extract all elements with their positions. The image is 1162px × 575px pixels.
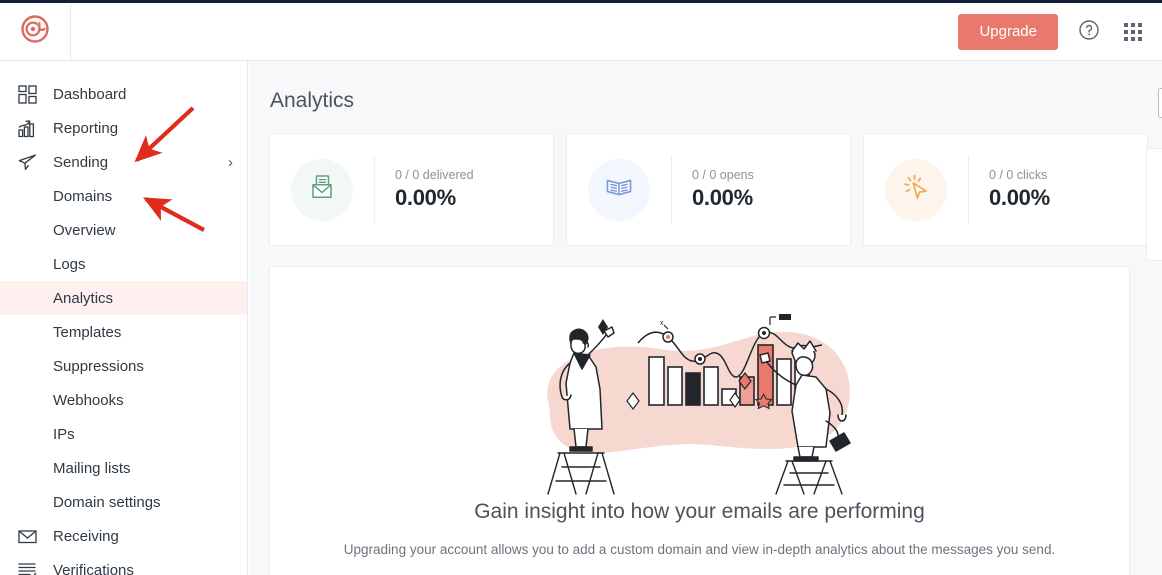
- sidebar-item-label: Verifications: [53, 561, 134, 575]
- sidebar-item-label: Suppressions: [53, 357, 144, 375]
- sidebar-item-label: Templates: [53, 323, 122, 341]
- sidebar-item-reporting[interactable]: Reporting: [0, 111, 247, 145]
- logo-cell[interactable]: [0, 2, 71, 61]
- click-cursor-icon: [901, 172, 931, 207]
- sidebar-item-domains[interactable]: Domains: [0, 179, 247, 213]
- promo-subtitle: Upgrading your account allows you to add…: [343, 542, 1056, 557]
- app-header: Upgrade: [0, 2, 1162, 61]
- stat-label: 0 / 0 clicks: [989, 168, 1048, 182]
- sidebar-item-ips[interactable]: IPs: [0, 417, 247, 451]
- stat-card-partial-offscreen[interactable]: [1146, 148, 1162, 261]
- main-content: Analytics 0 / 0 delivered 0.00% 0 / 0 op…: [249, 61, 1162, 575]
- sidebar-item-receiving[interactable]: Receiving: [0, 519, 247, 553]
- sidebar-item-label: Reporting: [53, 119, 119, 137]
- sidebar-item-mailing-lists[interactable]: Mailing lists: [0, 451, 247, 485]
- sidebar-item-label: Receiving: [53, 527, 119, 545]
- paper-plane-icon: [18, 152, 40, 172]
- sidebar-item-verifications[interactable]: Verifications: [0, 553, 247, 575]
- sidebar-item-label: Sending: [53, 153, 109, 171]
- sidebar-item-logs[interactable]: Logs: [0, 247, 247, 281]
- stat-text: 0 / 0 delivered 0.00%: [375, 168, 474, 211]
- sidebar: Dashboard Reporting Sending › Domains Ov…: [0, 61, 248, 575]
- stat-value: 0.00%: [395, 185, 456, 210]
- sidebar-item-domain-settings[interactable]: Domain settings: [0, 485, 247, 519]
- list-check-icon: [18, 560, 40, 575]
- stat-icon-wrap: [270, 158, 374, 221]
- sidebar-item-label: IPs: [53, 425, 75, 443]
- stat-cards-row: 0 / 0 delivered 0.00% 0 / 0 opens 0.00% …: [249, 113, 1162, 246]
- sidebar-item-suppressions[interactable]: Suppressions: [0, 349, 247, 383]
- analytics-people-chart-illustration: x: [530, 281, 870, 496]
- apps-grid-icon: [1124, 22, 1142, 41]
- envelope-icon: [18, 526, 40, 546]
- sidebar-item-label: Dashboard: [53, 85, 127, 103]
- sidebar-item-label: Webhooks: [53, 391, 124, 409]
- page-title: Analytics: [270, 89, 355, 112]
- stat-icon-wrap: [864, 158, 968, 221]
- sidebar-item-label: Analytics: [53, 289, 114, 307]
- sidebar-item-webhooks[interactable]: Webhooks: [0, 383, 247, 417]
- stat-card-clicks[interactable]: 0 / 0 clicks 0.00%: [863, 133, 1148, 246]
- stat-icon-circle: [588, 158, 650, 221]
- svg-text:x: x: [660, 320, 664, 327]
- promo-heading: Gain insight into how your emails are pe…: [474, 500, 925, 523]
- bar-chart-arrow-icon: [18, 118, 40, 138]
- stat-value: 0.00%: [989, 185, 1050, 210]
- sidebar-item-analytics[interactable]: Analytics: [0, 281, 247, 315]
- apps-button[interactable]: [1120, 19, 1146, 45]
- open-envelope-lines-icon: [604, 172, 634, 207]
- stat-icon-wrap: [567, 158, 671, 221]
- stat-text: 0 / 0 opens 0.00%: [672, 168, 754, 211]
- sidebar-item-label: Mailing lists: [53, 459, 131, 477]
- sidebar-item-templates[interactable]: Templates: [0, 315, 247, 349]
- sidebar-item-sending[interactable]: Sending ›: [0, 145, 247, 179]
- stat-card-delivered[interactable]: 0 / 0 delivered 0.00%: [269, 133, 554, 246]
- help-button[interactable]: [1076, 19, 1102, 45]
- upgrade-button[interactable]: Upgrade: [958, 13, 1058, 50]
- analytics-upsell-panel: x Gain insight into how your emails are …: [269, 266, 1130, 575]
- header-actions: Upgrade: [958, 13, 1162, 50]
- stat-text: 0 / 0 clicks 0.00%: [969, 168, 1050, 211]
- app-root: Upgrade Dashboard Reporting Sending › Do…: [0, 0, 1162, 575]
- sidebar-item-overview[interactable]: Overview: [0, 213, 247, 247]
- sidebar-item-dashboard[interactable]: Dashboard: [0, 77, 247, 111]
- sidebar-item-label: Overview: [53, 221, 116, 239]
- stat-label: 0 / 0 opens: [692, 168, 754, 182]
- stat-card-opens[interactable]: 0 / 0 opens 0.00%: [566, 133, 851, 246]
- stat-label: 0 / 0 delivered: [395, 168, 474, 182]
- sidebar-item-label: Domains: [53, 187, 113, 205]
- stat-value: 0.00%: [692, 185, 753, 210]
- sidebar-item-label: Domain settings: [53, 493, 161, 511]
- stat-icon-circle: [291, 158, 353, 221]
- stat-icon-circle: [885, 158, 947, 221]
- chevron-right-icon[interactable]: ›: [228, 155, 233, 170]
- mailgun-logo: [20, 14, 50, 49]
- envelope-document-icon: [308, 173, 336, 206]
- dashboard-grid-icon: [18, 84, 40, 104]
- edge-toggle-button[interactable]: [1158, 88, 1162, 118]
- sidebar-item-label: Logs: [53, 255, 86, 273]
- question-circle-icon: [1078, 19, 1100, 44]
